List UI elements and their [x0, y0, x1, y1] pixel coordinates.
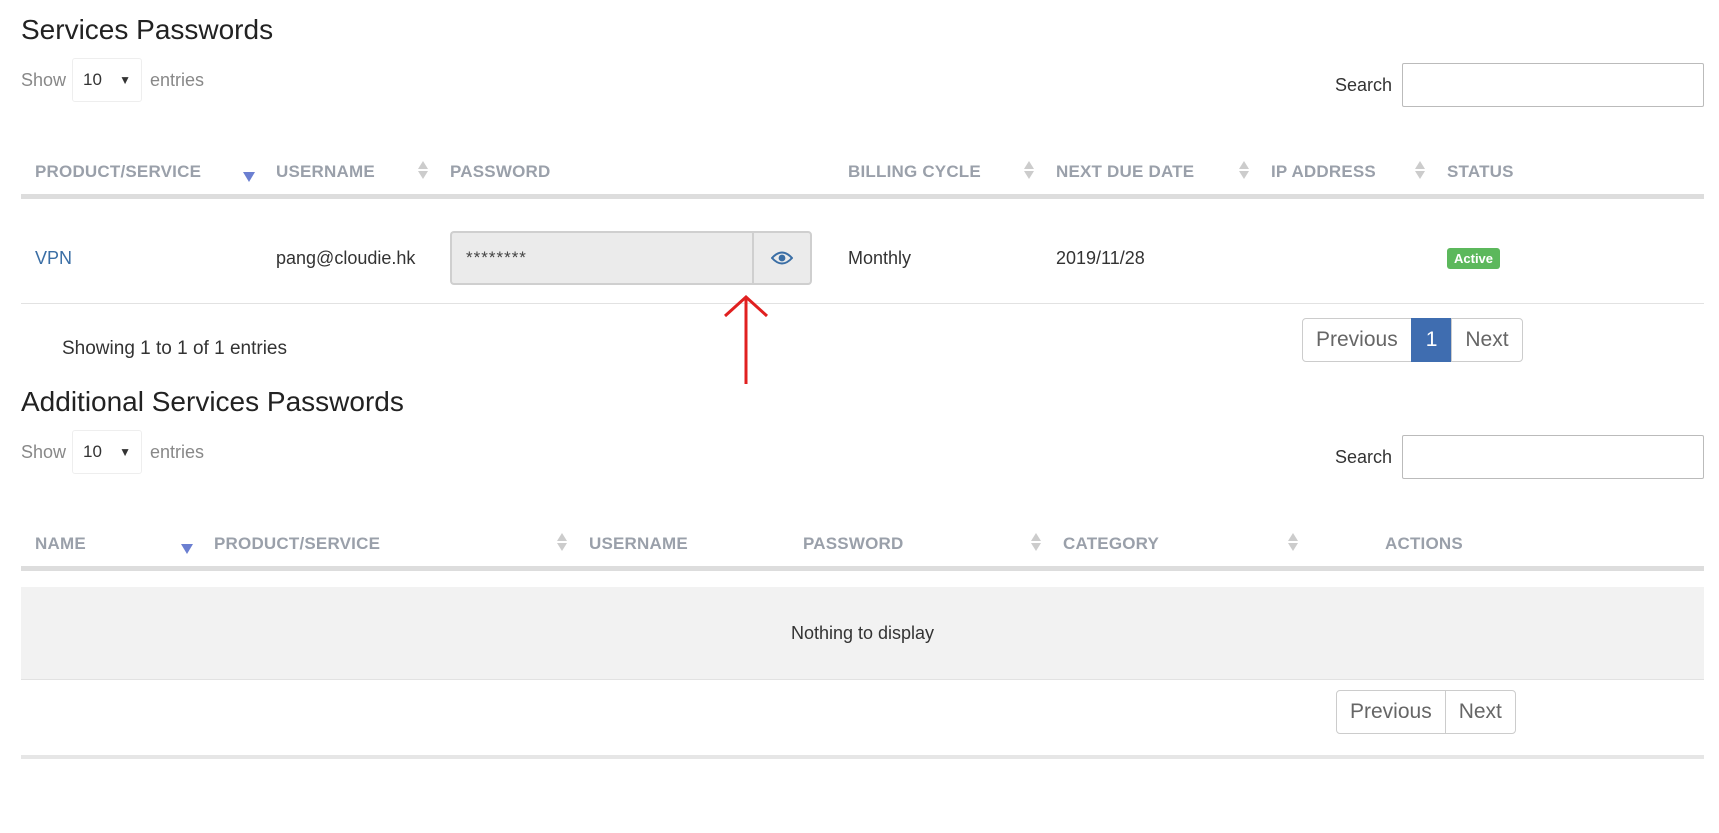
table-row: VPN pang@cloudie.hk ******** Monthly 201… — [21, 213, 1704, 304]
sort-icon[interactable] — [1415, 156, 1425, 184]
th-actions: ACTIONS — [1385, 534, 1463, 553]
due-date-cell: 2019/11/28 — [1056, 247, 1145, 268]
additional-title: Additional Services Passwords — [21, 386, 404, 417]
additional-pagination: Previous Next — [1336, 690, 1516, 734]
password-group: ******** — [450, 231, 812, 285]
username-cell: pang@cloudie.hk — [276, 247, 416, 268]
length-value: 10 — [83, 70, 102, 89]
search-label: Search — [1334, 74, 1392, 95]
eye-icon — [771, 251, 793, 265]
sort-icon[interactable] — [1031, 528, 1041, 556]
th-name[interactable]: NAME — [35, 522, 86, 566]
th-username[interactable]: USERNAME — [276, 150, 375, 194]
additional-length: Show 10 ▼ entries — [21, 430, 204, 474]
sort-desc-icon[interactable] — [243, 172, 255, 182]
sort-desc-icon[interactable] — [181, 544, 193, 554]
th-category[interactable]: CATEGORY — [1063, 522, 1159, 566]
services-title: Services Passwords — [21, 14, 274, 45]
reveal-password-button[interactable] — [752, 231, 812, 285]
empty-row: Nothing to display — [21, 587, 1704, 680]
previous-button[interactable]: Previous — [1336, 690, 1446, 734]
sort-icon[interactable] — [1288, 528, 1298, 556]
services-length-select[interactable]: 10 ▼ — [72, 58, 143, 102]
caret-down-icon: ▼ — [119, 445, 132, 459]
services-table-header: PRODUCT/SERVICE USERNAME PASSWORD BILLIN… — [21, 150, 1704, 199]
additional-search: Search — [1335, 435, 1704, 479]
th-password[interactable]: PASSWORD — [803, 522, 903, 566]
services-length: Show 10 ▼ entries — [21, 58, 204, 102]
services-search: Search — [1335, 63, 1704, 107]
additional-search-input[interactable] — [1402, 435, 1704, 479]
services-search-input[interactable] — [1402, 63, 1704, 107]
product-link[interactable]: VPN — [35, 248, 72, 269]
th-ip-address[interactable]: IP ADDRESS — [1271, 150, 1376, 194]
services-info: Showing 1 to 1 of 1 entries — [62, 338, 287, 359]
next-button[interactable]: Next — [1451, 318, 1523, 362]
th-password: PASSWORD — [450, 162, 551, 181]
sort-icon[interactable] — [1239, 156, 1249, 184]
sort-icon[interactable] — [557, 528, 567, 556]
services-pagination: Previous 1 Next — [1302, 318, 1523, 362]
additional-length-select[interactable]: 10 ▼ — [72, 430, 143, 474]
length-value: 10 — [83, 442, 102, 461]
th-status[interactable]: STATUS — [1447, 150, 1514, 194]
caret-down-icon: ▼ — [119, 73, 132, 87]
th-product-service[interactable]: PRODUCT/SERVICE — [214, 522, 380, 566]
table-footer-border — [21, 755, 1704, 759]
additional-table-header: NAME PRODUCT/SERVICE USERNAME PASSWORD C… — [21, 522, 1704, 571]
status-badge: Active — [1447, 247, 1501, 269]
entries-label: entries — [150, 441, 205, 462]
previous-button[interactable]: Previous — [1302, 318, 1412, 362]
th-next-due-date[interactable]: NEXT DUE DATE — [1056, 150, 1194, 194]
sort-icon[interactable] — [1024, 156, 1034, 184]
show-label: Show — [21, 441, 67, 462]
next-button[interactable]: Next — [1444, 690, 1516, 734]
sort-icon[interactable] — [418, 156, 428, 184]
annotation-arrow — [723, 294, 769, 384]
show-label: Show — [21, 69, 67, 90]
th-username: USERNAME — [589, 534, 688, 553]
search-label: Search — [1334, 446, 1392, 467]
billing-cell: Monthly — [848, 247, 912, 268]
password-field[interactable]: ******** — [450, 231, 752, 285]
th-billing-cycle[interactable]: BILLING CYCLE — [848, 150, 981, 194]
page-1-button[interactable]: 1 — [1410, 318, 1453, 362]
entries-label: entries — [150, 69, 205, 90]
th-product-service[interactable]: PRODUCT/SERVICE — [35, 150, 201, 194]
